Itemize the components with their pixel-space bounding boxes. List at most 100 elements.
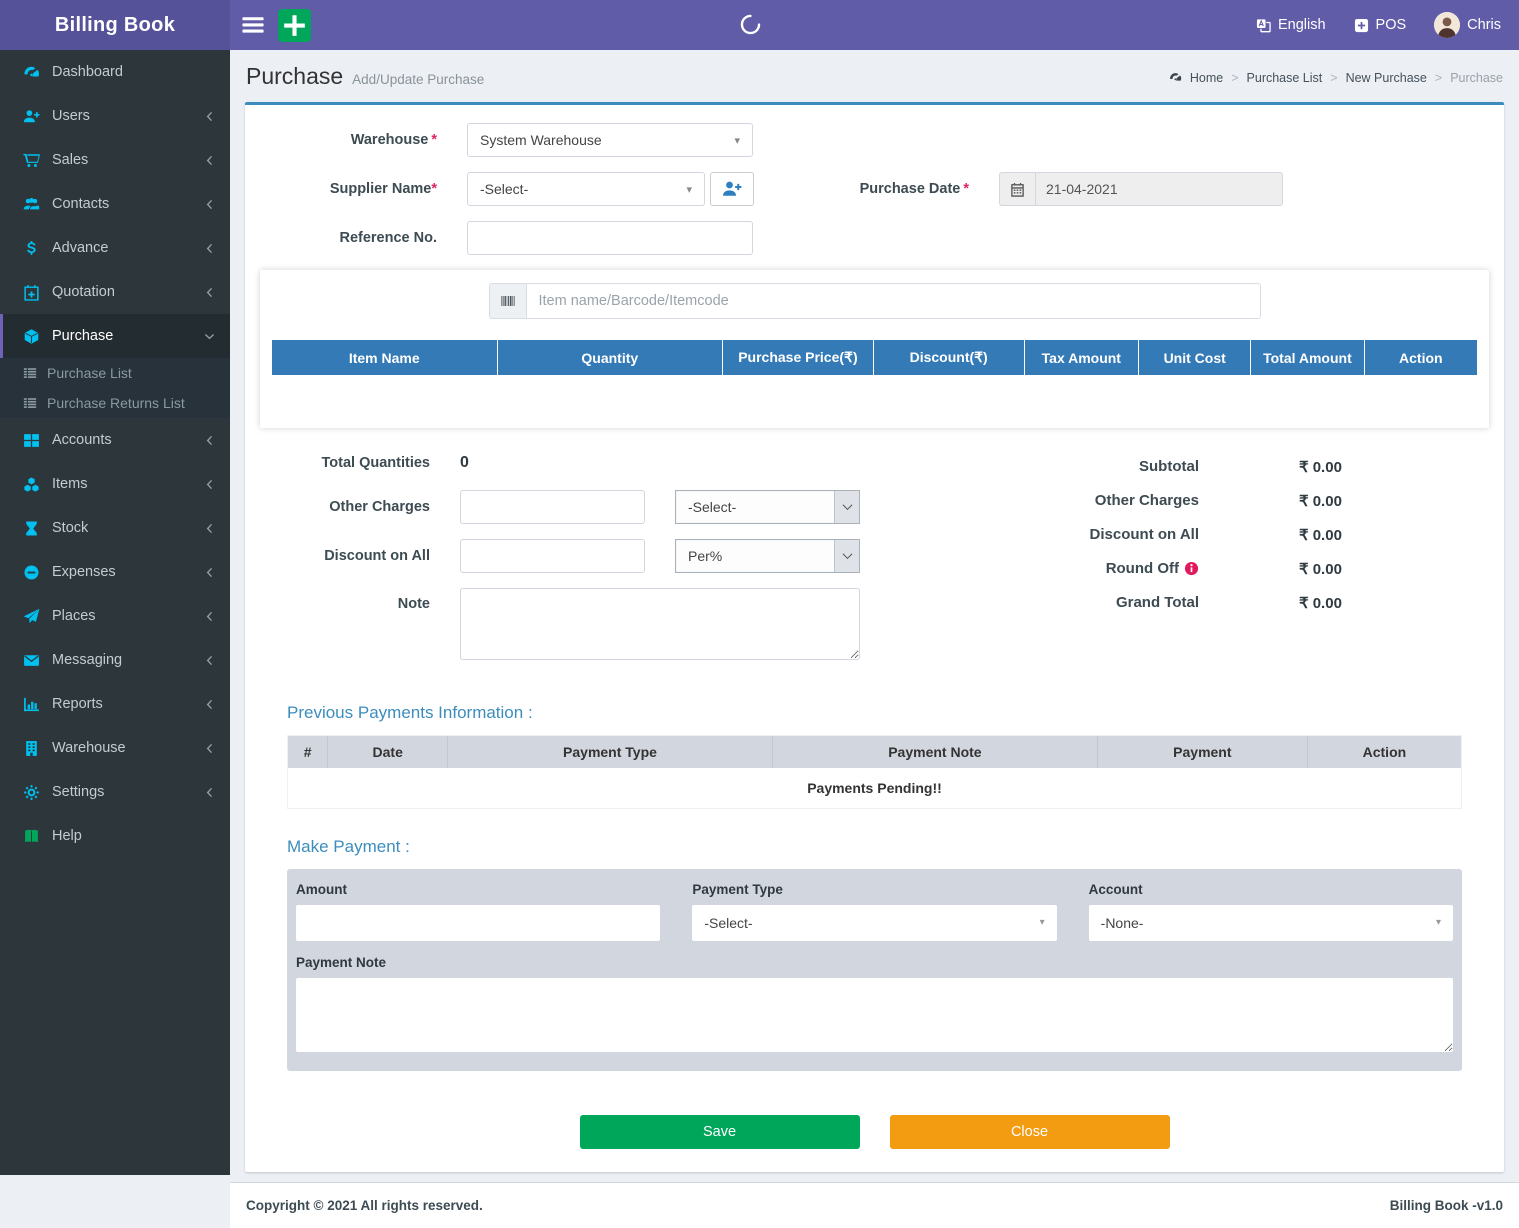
sidebar-item-settings[interactable]: Settings xyxy=(0,770,230,814)
sidebar-item-purchase-list[interactable]: Purchase List xyxy=(0,358,230,388)
sidebar-item-accounts[interactable]: Accounts xyxy=(0,418,230,462)
sidebar-item-contacts[interactable]: Contacts xyxy=(0,182,230,226)
add-supplier-button[interactable] xyxy=(710,172,754,206)
col-quantity: Quantity xyxy=(497,340,723,376)
navbar-left xyxy=(230,0,311,50)
minus-circle-icon xyxy=(23,564,40,581)
breadcrumb-current: Purchase xyxy=(1450,71,1503,85)
pay-col-action: Action xyxy=(1307,736,1461,768)
chevron-left-icon xyxy=(204,243,215,254)
grid-icon xyxy=(23,432,40,449)
info-icon[interactable] xyxy=(1184,561,1199,576)
discount-type-select[interactable]: Per% xyxy=(675,539,860,573)
breadcrumb-new-purchase[interactable]: New Purchase xyxy=(1346,71,1427,85)
sidebar-item-warehouse[interactable]: Warehouse xyxy=(0,726,230,770)
payments-table: # Date Payment Type Payment Note Payment… xyxy=(288,736,1461,808)
account-select[interactable]: -None- xyxy=(1089,905,1453,941)
sidebar-item-stock[interactable]: Stock xyxy=(0,506,230,550)
sidebar-toggle-hamburger-icon[interactable] xyxy=(240,12,266,38)
quick-add-button[interactable] xyxy=(278,9,311,42)
page-title: Purchase xyxy=(246,63,343,90)
calendar-icon xyxy=(1010,182,1025,197)
home-icon xyxy=(1169,71,1182,84)
sidebar-item-reports[interactable]: Reports xyxy=(0,682,230,726)
footer-copyright: Copyright © 2021 All rights reserved. xyxy=(246,1198,483,1213)
other-charges-select[interactable]: -Select- xyxy=(675,490,860,524)
sidebar-item-dashboard[interactable]: Dashboard xyxy=(0,50,230,94)
sidebar-item-advance[interactable]: Advance xyxy=(0,226,230,270)
amount-input[interactable] xyxy=(296,905,660,941)
caret-down-icon xyxy=(1436,917,1441,928)
total-quantities-value: 0 xyxy=(460,454,469,472)
sidebar-item-places[interactable]: Places xyxy=(0,594,230,638)
other-charges-label: Other Charges xyxy=(260,499,430,515)
pos-icon xyxy=(1354,18,1369,33)
loading-spinner-icon xyxy=(740,14,761,35)
col-total-amount: Total Amount xyxy=(1251,340,1364,376)
round-off-label: Round Off xyxy=(1106,560,1179,577)
sidebar-item-users[interactable]: Users xyxy=(0,94,230,138)
loading-progress-artifact xyxy=(1128,0,1330,8)
payment-note-label: Payment Note xyxy=(296,955,1453,970)
app-logo[interactable]: Billing Book xyxy=(0,0,230,50)
purchase-date-input[interactable] xyxy=(1035,172,1283,206)
sidebar-item-quotation[interactable]: Quotation xyxy=(0,270,230,314)
sidebar-item-purchase-returns-list[interactable]: Purchase Returns List xyxy=(0,388,230,418)
payments-empty-message: Payments Pending!! xyxy=(288,768,1461,808)
pos-button[interactable]: POS xyxy=(1354,17,1407,33)
cube-icon xyxy=(23,328,40,345)
user-plus-icon xyxy=(23,108,40,125)
items-table: Item Name Quantity Purchase Price(₹) Dis… xyxy=(271,339,1478,402)
other-charges-total-value: ₹ 0.00 xyxy=(1299,492,1357,510)
bar-chart-icon xyxy=(23,696,40,713)
chevron-left-icon xyxy=(204,287,215,298)
col-purchase-price: Purchase Price(₹) xyxy=(723,340,874,376)
payment-note-textarea[interactable] xyxy=(296,978,1453,1052)
chevron-left-icon xyxy=(204,155,215,166)
warehouse-select[interactable]: System Warehouse xyxy=(467,123,753,157)
supplier-select[interactable]: -Select- xyxy=(467,172,705,206)
user-name: Chris xyxy=(1467,17,1501,33)
barcode-addon xyxy=(489,283,526,319)
round-off-value: ₹ 0.00 xyxy=(1299,560,1357,578)
note-textarea[interactable] xyxy=(460,588,860,660)
other-charges-input[interactable] xyxy=(460,490,645,524)
calendar-addon-button[interactable] xyxy=(999,172,1035,206)
purchase-submenu: Purchase List Purchase Returns List xyxy=(0,358,230,418)
content-header: Purchase Add/Update Purchase Home > Purc… xyxy=(230,50,1519,102)
reference-row: Reference No. xyxy=(260,221,1489,255)
col-unit-cost: Unit Cost xyxy=(1139,340,1251,376)
payment-type-select[interactable]: -Select- xyxy=(692,905,1056,941)
footer-version: Billing Book -v1.0 xyxy=(1390,1198,1503,1213)
close-button[interactable]: Close xyxy=(890,1115,1170,1149)
purchase-date-label: Purchase Date xyxy=(860,181,961,197)
breadcrumb-home[interactable]: Home xyxy=(1190,71,1223,85)
sidebar-item-expenses[interactable]: Expenses xyxy=(0,550,230,594)
sidebar-item-sales[interactable]: Sales xyxy=(0,138,230,182)
reference-input[interactable] xyxy=(467,221,753,255)
sidebar-item-items[interactable]: Items xyxy=(0,462,230,506)
user-menu[interactable]: Chris xyxy=(1434,12,1501,38)
warehouse-label: Warehouse xyxy=(351,132,429,148)
item-search-input[interactable] xyxy=(526,283,1261,319)
sidebar-item-purchase[interactable]: Purchase xyxy=(0,314,230,358)
paper-plane-icon xyxy=(23,608,40,625)
sidebar-item-help[interactable]: Help xyxy=(0,814,230,858)
barcode-icon xyxy=(500,293,516,309)
supplier-label: Supplier Name xyxy=(330,181,432,197)
sidebar: Dashboard Users Sales Contacts Advance Q… xyxy=(0,50,230,1175)
save-button[interactable]: Save xyxy=(580,1115,860,1149)
other-charges-total-label: Other Charges xyxy=(1095,492,1199,509)
gears-icon xyxy=(23,784,40,801)
purchase-form-box: Warehouse* System Warehouse Supplier Nam… xyxy=(245,102,1504,1172)
payments-table-wrap: # Date Payment Type Payment Note Payment… xyxy=(287,735,1462,809)
warehouse-row: Warehouse* System Warehouse xyxy=(260,123,1489,157)
sidebar-item-messaging[interactable]: Messaging xyxy=(0,638,230,682)
main-content: Purchase Add/Update Purchase Home > Purc… xyxy=(230,0,1519,1228)
language-menu[interactable]: English xyxy=(1256,17,1326,33)
chevron-down-icon xyxy=(204,331,215,342)
discount-on-all-input[interactable] xyxy=(460,539,645,573)
users-icon xyxy=(23,196,40,213)
breadcrumb-purchase-list[interactable]: Purchase List xyxy=(1247,71,1323,85)
chevron-left-icon xyxy=(204,435,215,446)
